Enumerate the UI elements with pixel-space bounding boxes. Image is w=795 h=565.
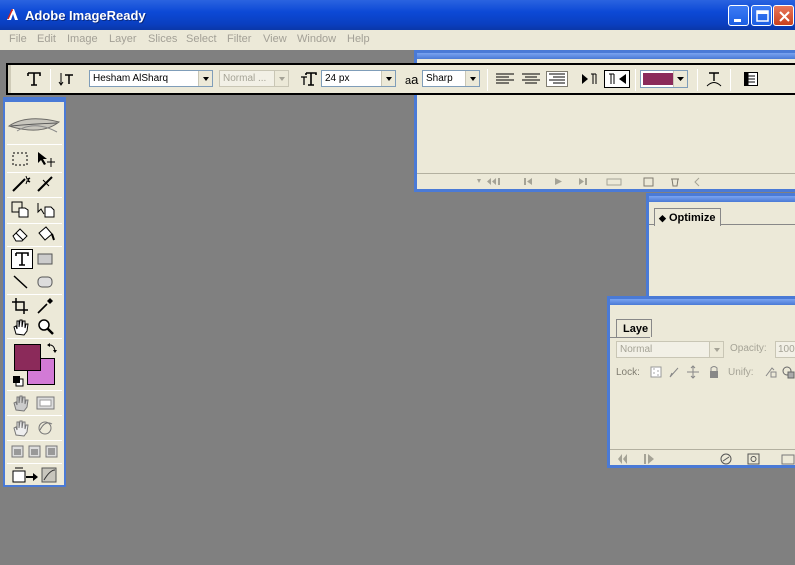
- menu-bar: File Edit Image Layer Slices Select Filt…: [0, 30, 795, 50]
- title-bar: Adobe ImageReady: [0, 0, 795, 30]
- antialias-icon: aa: [405, 72, 419, 87]
- type-tool-button[interactable]: [11, 249, 33, 269]
- opacity-input[interactable]: 100: [775, 341, 795, 358]
- menu-window[interactable]: Window: [297, 33, 336, 45]
- layers-blend-mode-select[interactable]: Normal: [616, 341, 724, 358]
- toolbox: [3, 97, 66, 487]
- slice-tool-icon[interactable]: [35, 174, 57, 194]
- window-title: Adobe ImageReady: [25, 8, 146, 23]
- rounded-rectangle-tool-icon[interactable]: [35, 272, 57, 292]
- font-size-icon: [301, 72, 317, 86]
- hand-tool-icon[interactable]: [10, 317, 32, 337]
- crop-tool-icon[interactable]: [10, 296, 32, 316]
- menu-view[interactable]: View: [263, 33, 287, 45]
- image-map-tool-icon[interactable]: [10, 200, 32, 220]
- preview-in-browser-icon[interactable]: [35, 418, 57, 438]
- minimize-button[interactable]: [728, 5, 749, 26]
- align-center-icon[interactable]: [521, 72, 541, 86]
- menu-layer[interactable]: Layer: [109, 33, 137, 45]
- swap-colors-icon[interactable]: [46, 342, 58, 354]
- jump-to-photoshop-icon[interactable]: [10, 465, 60, 485]
- text-color-swatch[interactable]: [640, 70, 688, 88]
- type-tool-icon[interactable]: [26, 71, 42, 87]
- maximize-button[interactable]: [751, 5, 772, 26]
- menu-slices[interactable]: Slices: [148, 33, 177, 45]
- type-tool-icon: [15, 252, 29, 266]
- animation-controls-icon[interactable]: [417, 174, 717, 190]
- text-direction-rtl-icon[interactable]: [604, 70, 630, 88]
- minimize-icon: [734, 19, 741, 22]
- foreground-color-swatch[interactable]: [14, 344, 41, 371]
- options-bar: Hesham AlSharq Normal ... 24 px aa Sharp: [6, 63, 795, 95]
- unify-label: Unify:: [728, 367, 754, 378]
- layers-palette: Laye Normal Opacity: 100 Lock: Unify:: [607, 296, 795, 468]
- antialias-select[interactable]: Sharp: [422, 70, 480, 87]
- lock-label: Lock:: [616, 367, 640, 378]
- text-direction-ltr-icon[interactable]: [580, 71, 600, 87]
- align-right-icon[interactable]: [546, 71, 568, 87]
- zoom-tool-icon[interactable]: [35, 317, 57, 337]
- lock-options-icons[interactable]: [648, 363, 720, 381]
- tab-layers[interactable]: Laye: [616, 319, 652, 337]
- close-button[interactable]: [773, 5, 794, 26]
- magic-wand-tool-icon[interactable]: [10, 174, 32, 194]
- menu-filter[interactable]: Filter: [227, 33, 251, 45]
- layers-footer-icons[interactable]: [614, 452, 795, 466]
- menu-file[interactable]: File: [9, 33, 27, 45]
- text-orientation-icon[interactable]: [58, 71, 76, 87]
- feather-logo-icon: [7, 118, 61, 133]
- move-tool-icon[interactable]: [35, 149, 57, 169]
- close-icon: [779, 11, 790, 22]
- tab-optimize[interactable]: ◆ Optimize: [654, 208, 721, 226]
- rectangle-tool-icon[interactable]: [35, 249, 57, 269]
- text-color-fill: [643, 73, 673, 85]
- font-family-select[interactable]: Hesham AlSharq: [89, 70, 213, 87]
- font-size-select[interactable]: 24 px: [321, 70, 396, 87]
- paint-bucket-tool-icon[interactable]: [35, 224, 57, 244]
- line-tool-icon[interactable]: [10, 272, 32, 292]
- font-style-select[interactable]: Normal ...: [219, 70, 289, 87]
- warp-text-icon[interactable]: [705, 70, 723, 88]
- document-footer: [417, 173, 795, 189]
- toggle-slice-visibility-icon[interactable]: [35, 393, 57, 413]
- image-map-select-tool-icon[interactable]: [35, 200, 57, 220]
- screen-mode-icons[interactable]: [10, 443, 60, 461]
- menu-image[interactable]: Image: [67, 33, 98, 45]
- marquee-tool-icon[interactable]: [10, 149, 32, 169]
- maximize-icon: [756, 10, 769, 22]
- eraser-tool-icon[interactable]: [10, 224, 32, 244]
- menu-select[interactable]: Select: [186, 33, 217, 45]
- rollover-preview-icon[interactable]: [10, 418, 32, 438]
- opacity-label: Opacity:: [730, 343, 767, 354]
- menu-help[interactable]: Help: [347, 33, 370, 45]
- palettes-toggle-icon[interactable]: [742, 70, 760, 88]
- menu-edit[interactable]: Edit: [37, 33, 56, 45]
- imageready-logo-icon: [7, 9, 18, 20]
- toggle-image-map-visibility-icon[interactable]: [10, 393, 32, 413]
- eyedropper-tool-icon[interactable]: [35, 296, 57, 316]
- default-colors-icon[interactable]: [12, 375, 24, 387]
- unify-options-icons[interactable]: [762, 363, 795, 381]
- align-left-icon[interactable]: [495, 72, 515, 86]
